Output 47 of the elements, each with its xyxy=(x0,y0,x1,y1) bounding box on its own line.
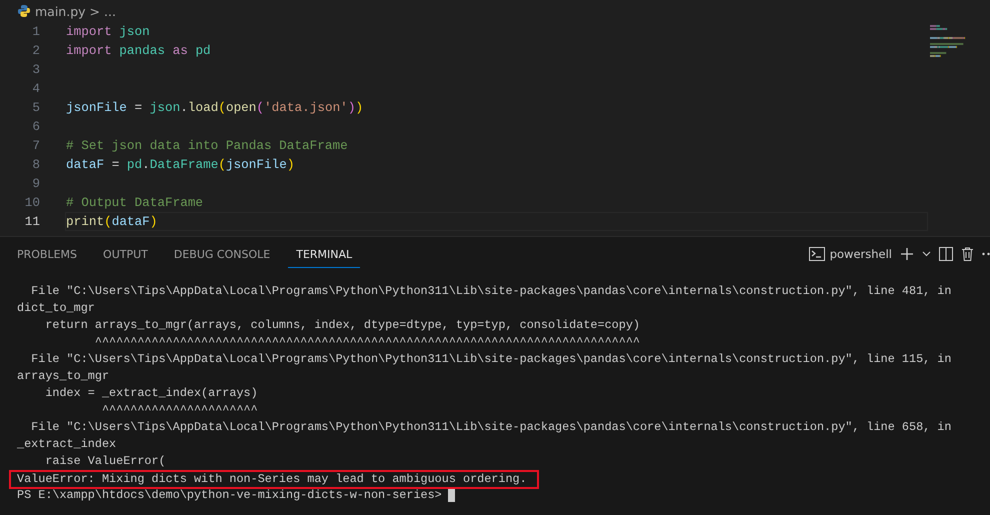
line-number: 2 xyxy=(31,43,40,58)
terminal-line: File "C:\Users\Tips\AppData\Local\Programs\Python\Python311\Lib\site-packages\pandas\core\internals\construction.py", line 115, in xyxy=(30,352,952,366)
terminal-line: _extract_index xyxy=(17,437,116,451)
error-message: ValueError: Mixing dicts with non-Series may lead to ambiguous ordering. xyxy=(9,470,539,489)
code-line: dataF = pd.DataFrame(jsonFile) xyxy=(66,157,294,172)
code-line: import json xyxy=(66,24,150,39)
breadcrumb-more[interactable]: ... xyxy=(104,4,116,18)
terminal-line: raise ValueError( xyxy=(44,454,166,468)
split-icon[interactable] xyxy=(939,247,953,261)
shell-prompt: PS E:\xampp\htdocs\demo\python-ve-mixing-dicts-w-non-series> xyxy=(17,487,442,504)
more-icon[interactable] xyxy=(982,252,990,256)
panel-tab[interactable]: PROBLEMS xyxy=(9,240,86,268)
plus-icon[interactable] xyxy=(900,247,914,261)
breadcrumb-separator: > xyxy=(90,4,100,18)
line-number: 5 xyxy=(31,100,40,115)
terminal-name[interactable]: powershell xyxy=(830,247,892,261)
error-caret-marker: ^^^^^^^^^^^^^^^^^^^^^^^^^^^^^^^^^^^^^^^^^^^^^^^^^^^^^^^^^^^^^^^^^^^^^^^^^^^^^ xyxy=(94,335,640,349)
panel-tab[interactable]: TERMINAL xyxy=(288,240,360,268)
line-number: 11 xyxy=(24,214,40,229)
breadcrumb-file[interactable]: main.py xyxy=(35,4,86,18)
code-line: import pandas as pd xyxy=(66,43,211,58)
python-file-icon xyxy=(17,4,31,18)
code-line: # Output DataFrame xyxy=(66,195,204,210)
line-number: 1 xyxy=(31,24,40,39)
code-line: jsonFile = json.load(open('data.json')) xyxy=(66,100,364,115)
line-number: 7 xyxy=(31,138,40,153)
line-number: 9 xyxy=(31,176,40,191)
panel-tab[interactable]: OUTPUT xyxy=(95,240,156,268)
line-number: 4 xyxy=(31,81,40,96)
terminal-line: File "C:\Users\Tips\AppData\Local\Programs\Python\Python311\Lib\site-packages\pandas\core\internals\construction.py", line 658, in xyxy=(30,420,952,434)
code-line: print(dataF) xyxy=(66,214,158,229)
terminal-line: return arrays_to_mgr(arrays, columns, index, dtype=dtype, typ=typ, consolidate=copy) xyxy=(44,318,640,332)
text-cursor xyxy=(448,489,455,502)
terminal-line: index = _extract_index(arrays) xyxy=(44,386,258,400)
line-number: 10 xyxy=(24,195,40,210)
line-number: 8 xyxy=(31,157,40,172)
terminal-icon[interactable] xyxy=(808,247,825,261)
terminal-line: arrays_to_mgr xyxy=(17,369,110,383)
terminal-line: File "C:\Users\Tips\AppData\Local\Programs\Python\Python311\Lib\site-packages\pandas\core\internals\construction.py", line 481, in xyxy=(30,284,952,298)
code-line: # Set json data into Pandas DataFrame xyxy=(66,138,348,153)
terminal-line: dict_to_mgr xyxy=(17,301,95,315)
trash-icon[interactable] xyxy=(961,247,974,261)
error-caret-marker: ^^^^^^^^^^^^^^^^^^^^^^ xyxy=(100,403,258,417)
line-number: 3 xyxy=(31,62,40,77)
line-number: 6 xyxy=(31,119,40,134)
panel-tab[interactable]: DEBUG CONSOLE xyxy=(166,240,278,268)
chevron-down-icon[interactable] xyxy=(922,251,931,257)
